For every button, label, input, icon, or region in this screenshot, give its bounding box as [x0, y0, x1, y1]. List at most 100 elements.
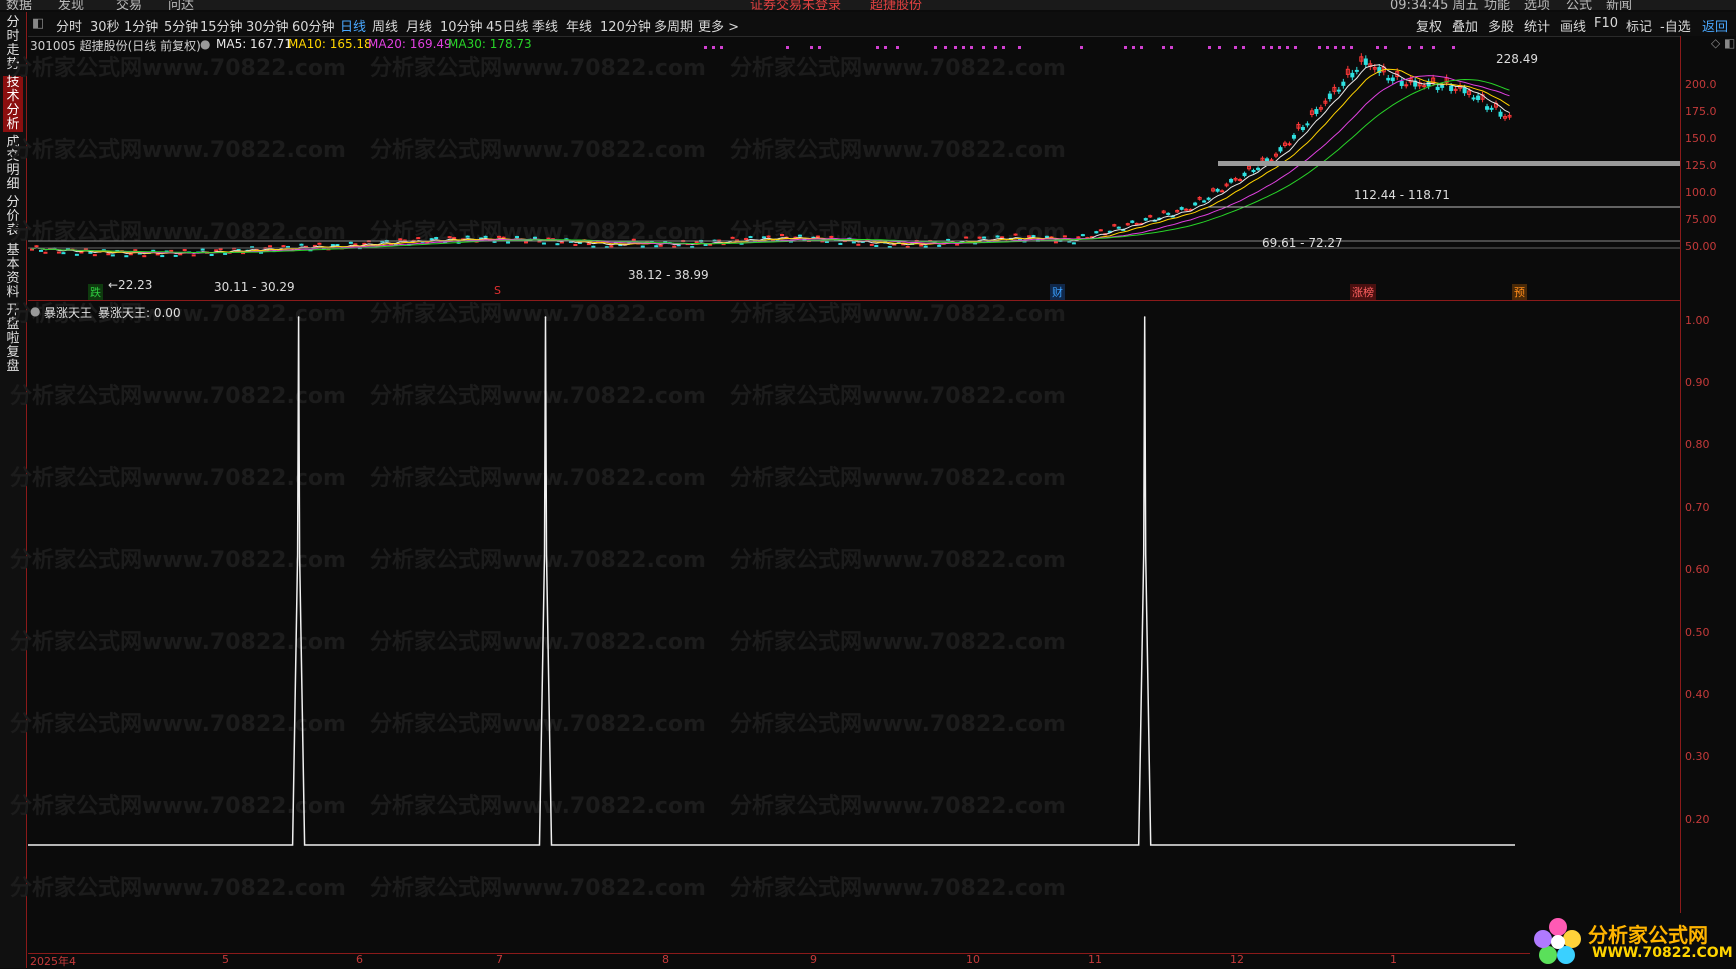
signal-dot — [876, 46, 879, 49]
period-quarter[interactable]: 季线 — [532, 16, 558, 35]
kline-panel[interactable]: 301005 超捷股份(日线 前复权) ● MA5: 167.71 MA10: … — [28, 36, 1680, 301]
btn-f10[interactable]: F10 — [1594, 16, 1618, 31]
signal-dot — [1218, 46, 1221, 49]
tab-technical[interactable]: 技术分析 — [3, 76, 23, 132]
event-tag-finance[interactable]: 财 — [1050, 284, 1065, 300]
axis-label: 50.00 — [1685, 240, 1717, 253]
tab-basic-info[interactable]: 基本资料 — [3, 244, 23, 300]
candle-body — [155, 253, 160, 256]
period-daily[interactable]: 日线 — [340, 16, 366, 35]
candle-body — [851, 241, 856, 244]
menu-formula[interactable]: 公式 — [1566, 0, 1592, 10]
candle-body — [1449, 85, 1454, 91]
candle-body — [532, 236, 537, 239]
period-intraday[interactable]: 分时 — [56, 16, 82, 35]
expand-icon[interactable]: ◇ ◧ — [1711, 36, 1735, 50]
period-30s[interactable]: 30秒 — [90, 16, 120, 35]
tab-intraday[interactable]: 分时走势 — [3, 16, 23, 72]
btn-multi-stock[interactable]: 多股 — [1488, 16, 1514, 35]
menu-options[interactable]: 选项 — [1524, 0, 1550, 10]
signal-dot — [1452, 46, 1455, 49]
candle-body — [160, 255, 165, 258]
event-tag-fall[interactable]: 跌 — [88, 284, 103, 300]
btn-stats[interactable]: 统计 — [1524, 16, 1550, 35]
site-logo: 分析家公式网 WWW.70822.COM — [1530, 913, 1736, 968]
menu-function[interactable]: 功能 — [1484, 0, 1510, 10]
signal-dot — [704, 46, 707, 49]
period-60m[interactable]: 60分钟 — [292, 16, 335, 35]
candle-body — [34, 245, 39, 248]
signal-dot — [1080, 46, 1083, 49]
menu-news[interactable]: 新闻 — [1606, 0, 1632, 10]
btn-back[interactable]: 返回 — [1702, 16, 1728, 35]
date-label: 9 — [810, 953, 817, 966]
candle-body — [1305, 123, 1310, 126]
date-label: 12 — [1230, 953, 1244, 966]
candle-body — [703, 243, 708, 246]
signal-dot — [970, 46, 973, 49]
indicator-value: 暴涨天王: 0.00 — [98, 306, 181, 320]
axis-label: 150.0 — [1685, 132, 1717, 145]
btn-draw[interactable]: 画线 — [1560, 16, 1586, 35]
stock-title: 超捷股份 — [870, 0, 923, 10]
candle-body — [1354, 69, 1359, 72]
signal-dot — [1124, 46, 1127, 49]
candle-body — [1327, 93, 1332, 100]
candle-body — [1476, 95, 1481, 100]
candle-body — [398, 238, 403, 241]
candle-body — [1471, 97, 1476, 100]
layout-icon[interactable]: ◧ — [32, 16, 44, 31]
candle-body — [1435, 86, 1440, 90]
period-year[interactable]: 年线 — [566, 16, 592, 35]
period-multi[interactable]: 多周期 — [654, 16, 693, 35]
candle-body — [1485, 106, 1490, 110]
candle-body — [829, 235, 834, 238]
candle-body — [1251, 169, 1256, 173]
settings-icon[interactable]: ● — [200, 37, 210, 51]
period-5m[interactable]: 5分钟 — [164, 16, 198, 35]
period-1m[interactable]: 1分钟 — [124, 16, 158, 35]
candle-body — [88, 251, 93, 254]
candle-body — [285, 245, 290, 248]
menu-data[interactable]: 数据 — [6, 0, 32, 10]
candle-body — [128, 253, 133, 256]
period-45d[interactable]: 45日线 — [486, 16, 529, 35]
tab-price-table[interactable]: 分价表 — [3, 196, 23, 238]
period-15m[interactable]: 15分钟 — [200, 16, 243, 35]
menu-ask[interactable]: 问达 — [168, 0, 194, 10]
candle-body — [744, 238, 749, 241]
indicator-settings-icon[interactable]: ● — [30, 304, 40, 318]
tab-trade-detail[interactable]: 成交明细 — [3, 136, 23, 192]
period-10m[interactable]: 10分钟 — [440, 16, 483, 35]
menu-trade[interactable]: 交易 — [116, 0, 142, 10]
candle-body — [1215, 188, 1220, 192]
period-more[interactable]: 更多 > — [698, 16, 739, 35]
menu-discover[interactable]: 发现 — [58, 0, 84, 10]
candle-body — [353, 243, 358, 246]
candle-body — [1341, 81, 1346, 86]
tab-review[interactable]: 开盘啦复盘 — [3, 304, 23, 374]
candle-body — [299, 243, 304, 246]
candle-body — [1193, 202, 1198, 206]
event-tag-rank[interactable]: 涨榜 — [1350, 284, 1376, 300]
period-120m[interactable]: 120分钟 — [600, 16, 651, 35]
signal-dot — [1242, 46, 1245, 49]
signal-dot — [786, 46, 789, 49]
event-tag-s[interactable]: S — [492, 284, 503, 297]
period-weekly[interactable]: 周线 — [372, 16, 398, 35]
btn-watchlist[interactable]: -自选 — [1660, 16, 1691, 35]
btn-mark[interactable]: 标记 — [1626, 16, 1652, 35]
indicator-panel[interactable]: ● 暴涨天王 暴涨天王: 0.00 — [28, 303, 1680, 954]
period-30m[interactable]: 30分钟 — [246, 16, 289, 35]
candle-body — [887, 246, 892, 249]
btn-adjust[interactable]: 复权 — [1416, 16, 1442, 35]
btn-overlay[interactable]: 叠加 — [1452, 16, 1478, 35]
candle-body — [555, 243, 560, 246]
signal-dot — [1432, 46, 1435, 49]
signal-dot — [1342, 46, 1345, 49]
event-tag-forecast[interactable]: 预 — [1512, 284, 1527, 300]
candle-body — [348, 241, 353, 244]
candle-body — [142, 255, 147, 258]
period-monthly[interactable]: 月线 — [406, 16, 432, 35]
candle-body — [483, 235, 488, 238]
